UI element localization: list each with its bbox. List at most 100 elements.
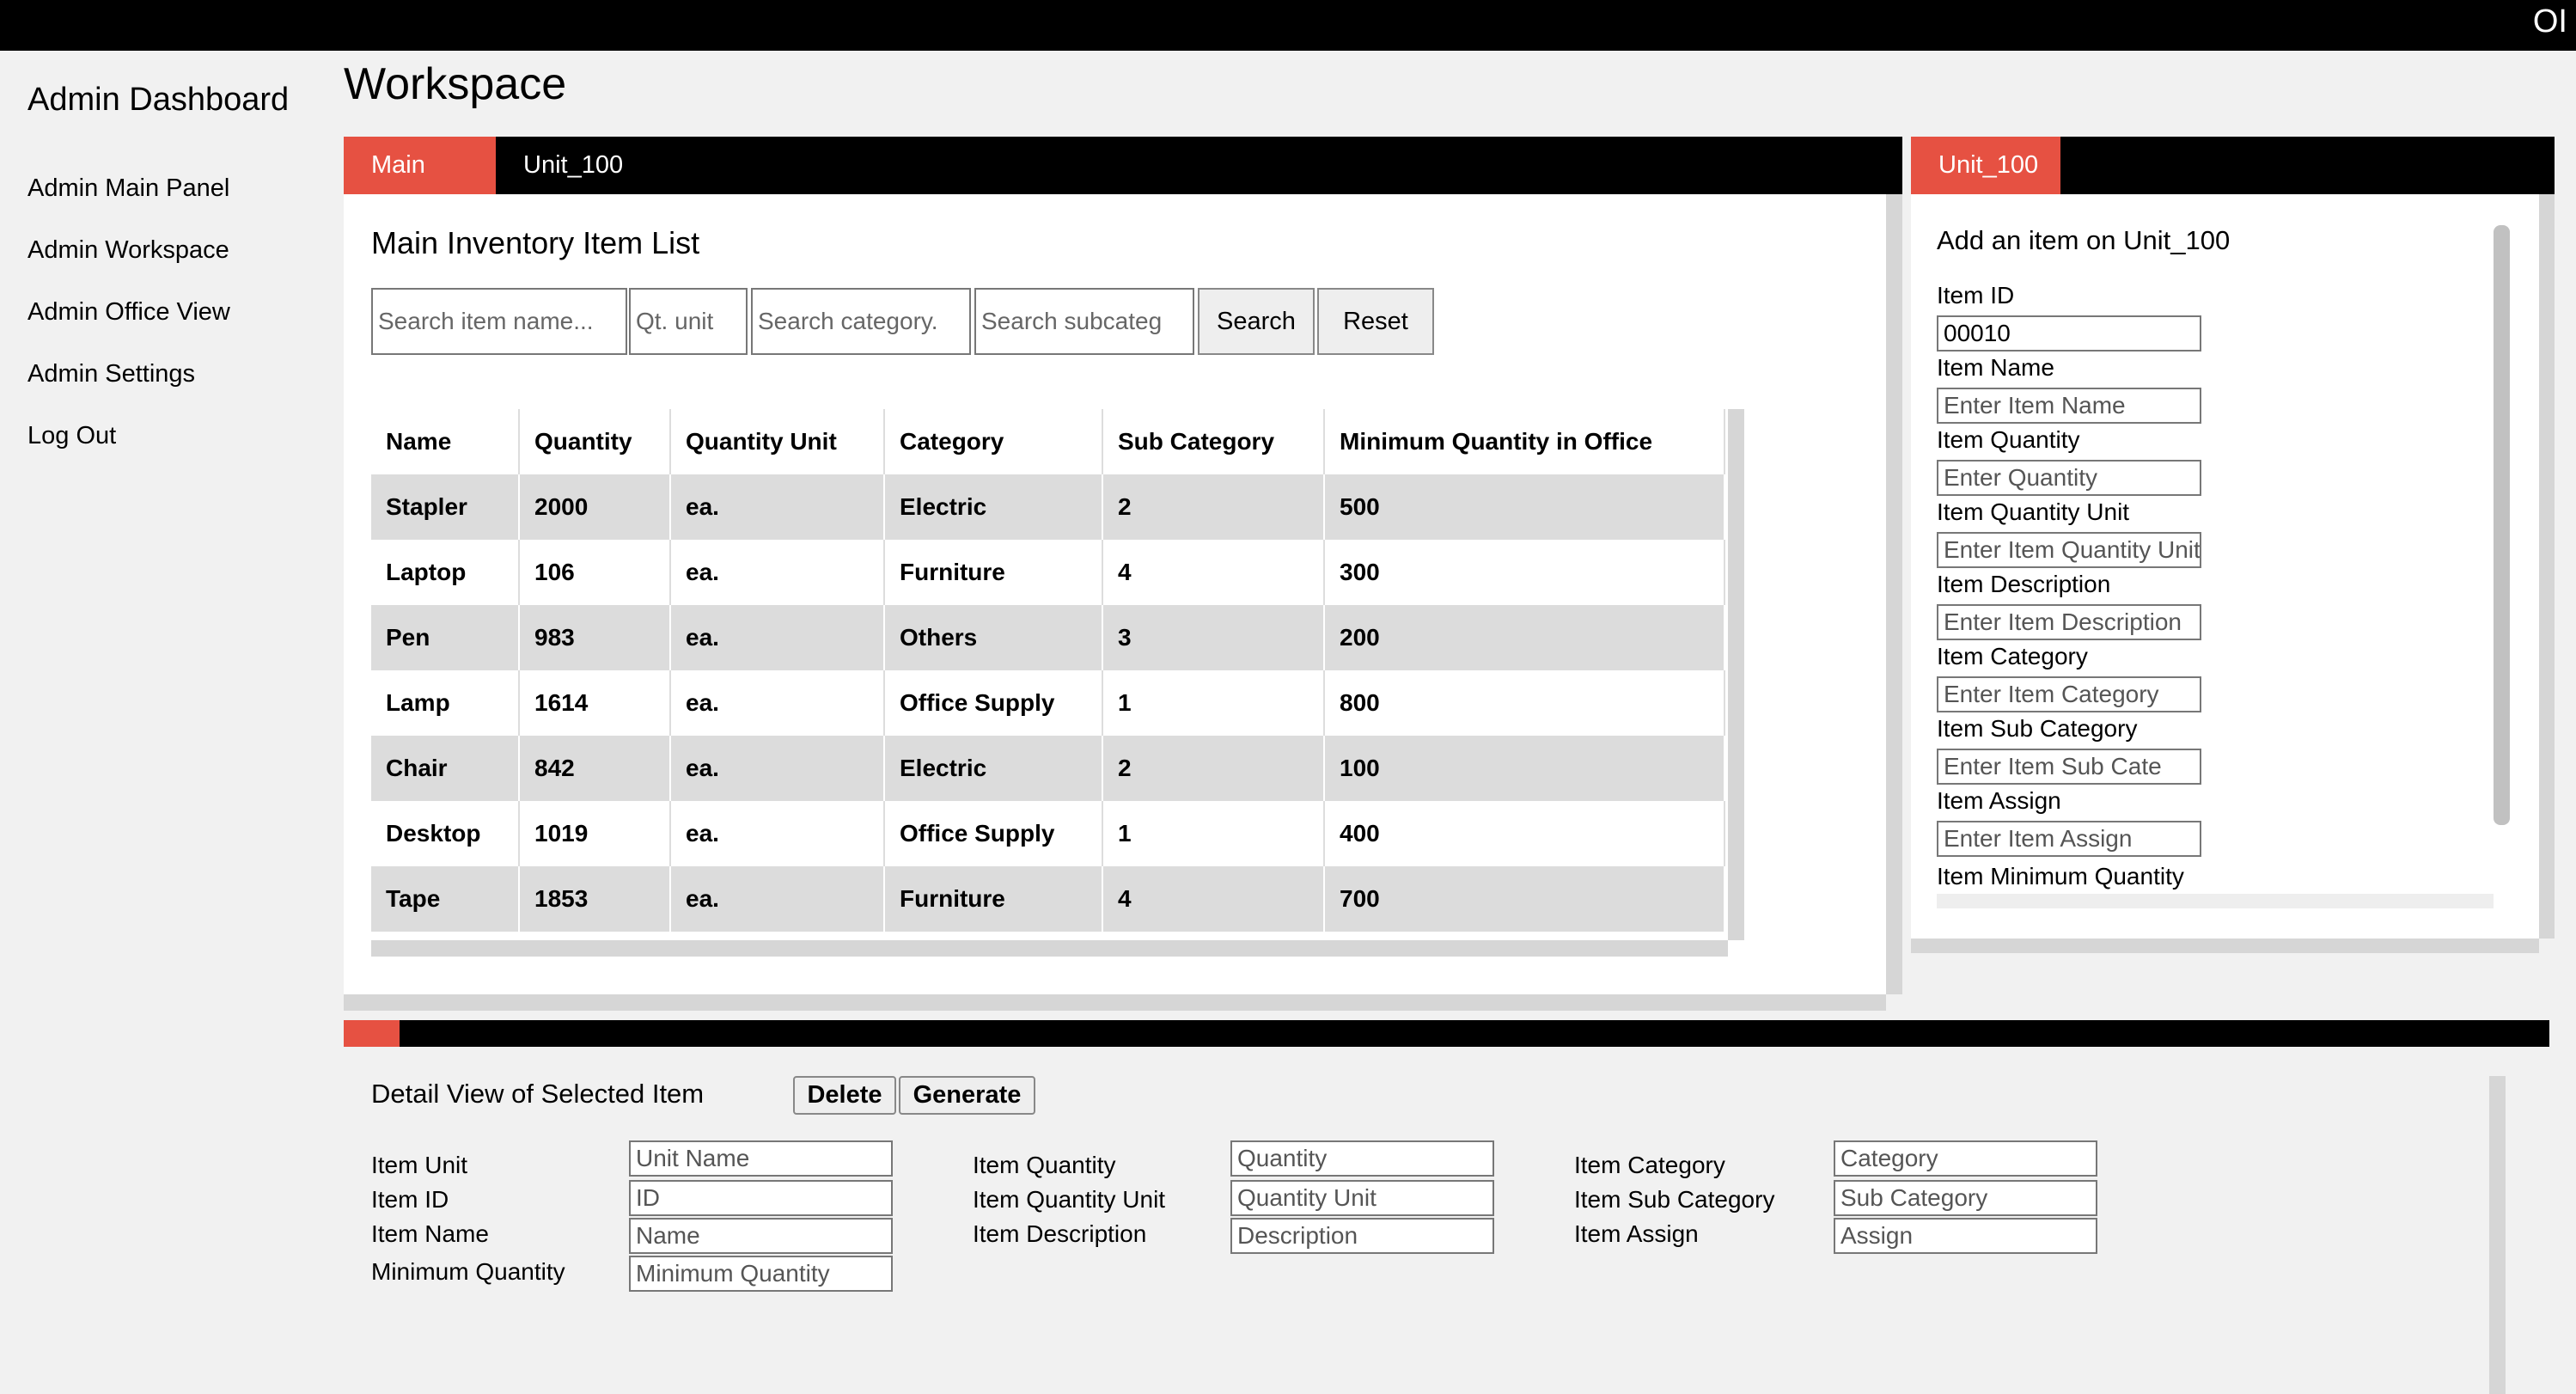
add-form-horizontal-scrollbar[interactable] — [1937, 894, 2494, 908]
table-cell: ea. — [670, 801, 885, 866]
detail-field-label: Item Sub Category — [1574, 1186, 1775, 1213]
detail-field-label: Item Category — [1574, 1152, 1725, 1178]
add-field-label: Item Quantity — [1937, 426, 2080, 453]
column-header[interactable]: Name — [371, 409, 520, 474]
add-panel-bottom-scrollbar[interactable] — [1911, 939, 2539, 953]
add-field-input[interactable]: Enter Item Quantity Unit — [1937, 532, 2201, 568]
detail-field-placeholder: Assign — [1840, 1222, 1914, 1249]
search-button[interactable]: Search — [1198, 288, 1315, 355]
table-cell: Laptop — [371, 540, 520, 605]
column-header[interactable]: Category — [884, 409, 1103, 474]
detail-field-placeholder: Name — [636, 1222, 700, 1249]
search-category-input[interactable] — [751, 288, 971, 355]
detail-field-input[interactable]: Description — [1230, 1218, 1494, 1254]
table-cell: 200 — [1324, 605, 1725, 670]
detail-field-placeholder: Minimum Quantity — [636, 1260, 830, 1287]
search-subcategory-input[interactable] — [974, 288, 1194, 355]
table-cell: 3 — [1102, 605, 1325, 670]
detail-tab[interactable] — [344, 1020, 400, 1047]
detail-field-input[interactable]: Name — [629, 1218, 893, 1254]
add-form-scrollbar-thumb[interactable] — [2494, 225, 2510, 825]
tab-add-unit-100[interactable]: Unit_100 — [1911, 137, 2060, 194]
detail-field-input[interactable]: Unit Name — [629, 1140, 893, 1177]
add-field-input[interactable]: Enter Item Assign — [1937, 821, 2201, 857]
sidebar-item-office-view[interactable]: Admin Office View — [27, 298, 230, 327]
detail-vertical-scrollbar[interactable] — [2489, 1076, 2506, 1394]
column-header[interactable]: Quantity — [519, 409, 671, 474]
user-avatar[interactable]: OI — [2533, 3, 2567, 40]
detail-field-label: Item Unit — [371, 1152, 468, 1178]
add-field-value: 00010 — [1944, 320, 2011, 346]
table-cell: 842 — [519, 736, 671, 801]
table-cell: 800 — [1324, 670, 1725, 736]
detail-field-input[interactable]: Sub Category — [1834, 1180, 2097, 1216]
add-field-input[interactable]: Enter Item Sub Cate — [1937, 749, 2201, 785]
detail-field-placeholder: Sub Category — [1840, 1184, 1988, 1211]
main-vertical-scrollbar[interactable] — [1886, 194, 1902, 994]
tab-main-list[interactable]: Main List — [344, 137, 496, 236]
detail-title: Detail View of Selected Item — [371, 1079, 705, 1109]
main-horizontal-scrollbar[interactable] — [344, 994, 1886, 1011]
table-cell: 2 — [1102, 736, 1325, 801]
add-field-label: Item Assign — [1937, 787, 2061, 814]
table-horizontal-scrollbar[interactable] — [371, 940, 1728, 957]
table-cell: ea. — [670, 474, 885, 540]
add-field-input[interactable]: Enter Item Name — [1937, 388, 2201, 424]
table-cell: Electric — [884, 736, 1103, 801]
table-cell: 1853 — [519, 866, 671, 932]
detail-field-placeholder: ID — [636, 1184, 660, 1211]
add-field-input[interactable]: Enter Item Category — [1937, 676, 2201, 712]
add-field-input[interactable]: 00010 — [1937, 315, 2201, 352]
table-cell: Others — [884, 605, 1103, 670]
detail-field-input[interactable]: Quantity Unit — [1230, 1180, 1494, 1216]
table-cell: 106 — [519, 540, 671, 605]
delete-button[interactable]: Delete — [793, 1076, 896, 1115]
table-cell: Chair — [371, 736, 520, 801]
table-row[interactable]: Laptop 106 ea. Furniture 4 300 — [371, 540, 1725, 605]
table-cell: 1 — [1102, 801, 1325, 866]
sidebar-item-settings[interactable]: Admin Settings — [27, 360, 195, 388]
add-panel-outer-scrollbar[interactable] — [2539, 194, 2555, 939]
table-row[interactable]: Tape 1853 ea. Furniture 4 700 — [371, 866, 1725, 932]
table-cell: Tape — [371, 866, 520, 932]
table-row[interactable]: Lamp 1614 ea. Office Supply 1 800 — [371, 670, 1725, 736]
detail-field-input[interactable]: Quantity — [1230, 1140, 1494, 1177]
generate-button[interactable]: Generate — [899, 1076, 1035, 1115]
column-header[interactable]: Minimum Quantity in Office — [1324, 409, 1725, 474]
table-vertical-scrollbar[interactable] — [1728, 409, 1744, 940]
detail-field-input[interactable]: Assign — [1834, 1218, 2097, 1254]
tab-unit-100[interactable]: Unit_100 — [496, 137, 650, 194]
table-row[interactable]: Pen 983 ea. Others 3 200 — [371, 605, 1725, 670]
table-cell: 1 — [1102, 670, 1325, 736]
search-name-input[interactable] — [371, 288, 627, 355]
main-tab-bar: Main List Unit_100 — [344, 137, 1902, 236]
reset-button[interactable]: Reset — [1317, 288, 1434, 355]
table-row[interactable]: Desktop 1019 ea. Office Supply 1 400 — [371, 801, 1725, 866]
table-cell: Stapler — [371, 474, 520, 540]
table-cell: 983 — [519, 605, 671, 670]
detail-field-placeholder: Quantity Unit — [1237, 1184, 1377, 1211]
add-field-input[interactable]: Enter Quantity — [1937, 460, 2201, 496]
table-cell: Lamp — [371, 670, 520, 736]
table-row[interactable]: Chair 842 ea. Electric 2 100 — [371, 736, 1725, 801]
detail-field-input[interactable]: Minimum Quantity — [629, 1256, 893, 1292]
table-cell: 2 — [1102, 474, 1325, 540]
detail-field-placeholder: Quantity — [1237, 1145, 1328, 1171]
add-field-label: Item ID — [1937, 282, 2015, 309]
sidebar-item-logout[interactable]: Log Out — [27, 422, 116, 450]
detail-field-input[interactable]: ID — [629, 1180, 893, 1216]
table-cell: 2000 — [519, 474, 671, 540]
add-field-input[interactable]: Enter Item Description — [1937, 604, 2201, 640]
add-tab-bar: Unit_100 — [1911, 137, 2555, 194]
column-header[interactable]: Sub Category — [1102, 409, 1325, 474]
detail-field-input[interactable]: Category — [1834, 1140, 2097, 1177]
table-cell: 1614 — [519, 670, 671, 736]
sidebar-item-workspace[interactable]: Admin Workspace — [27, 236, 229, 265]
detail-field-label: Item Name — [371, 1220, 489, 1247]
add-field-label: Item Quantity Unit — [1937, 498, 2130, 525]
search-unit-input[interactable] — [629, 288, 748, 355]
detail-field-placeholder: Unit Name — [636, 1145, 750, 1171]
sidebar-item-main-panel[interactable]: Admin Main Panel — [27, 174, 229, 203]
table-row[interactable]: Stapler 2000 ea. Electric 2 500 — [371, 474, 1725, 540]
column-header[interactable]: Quantity Unit — [670, 409, 885, 474]
